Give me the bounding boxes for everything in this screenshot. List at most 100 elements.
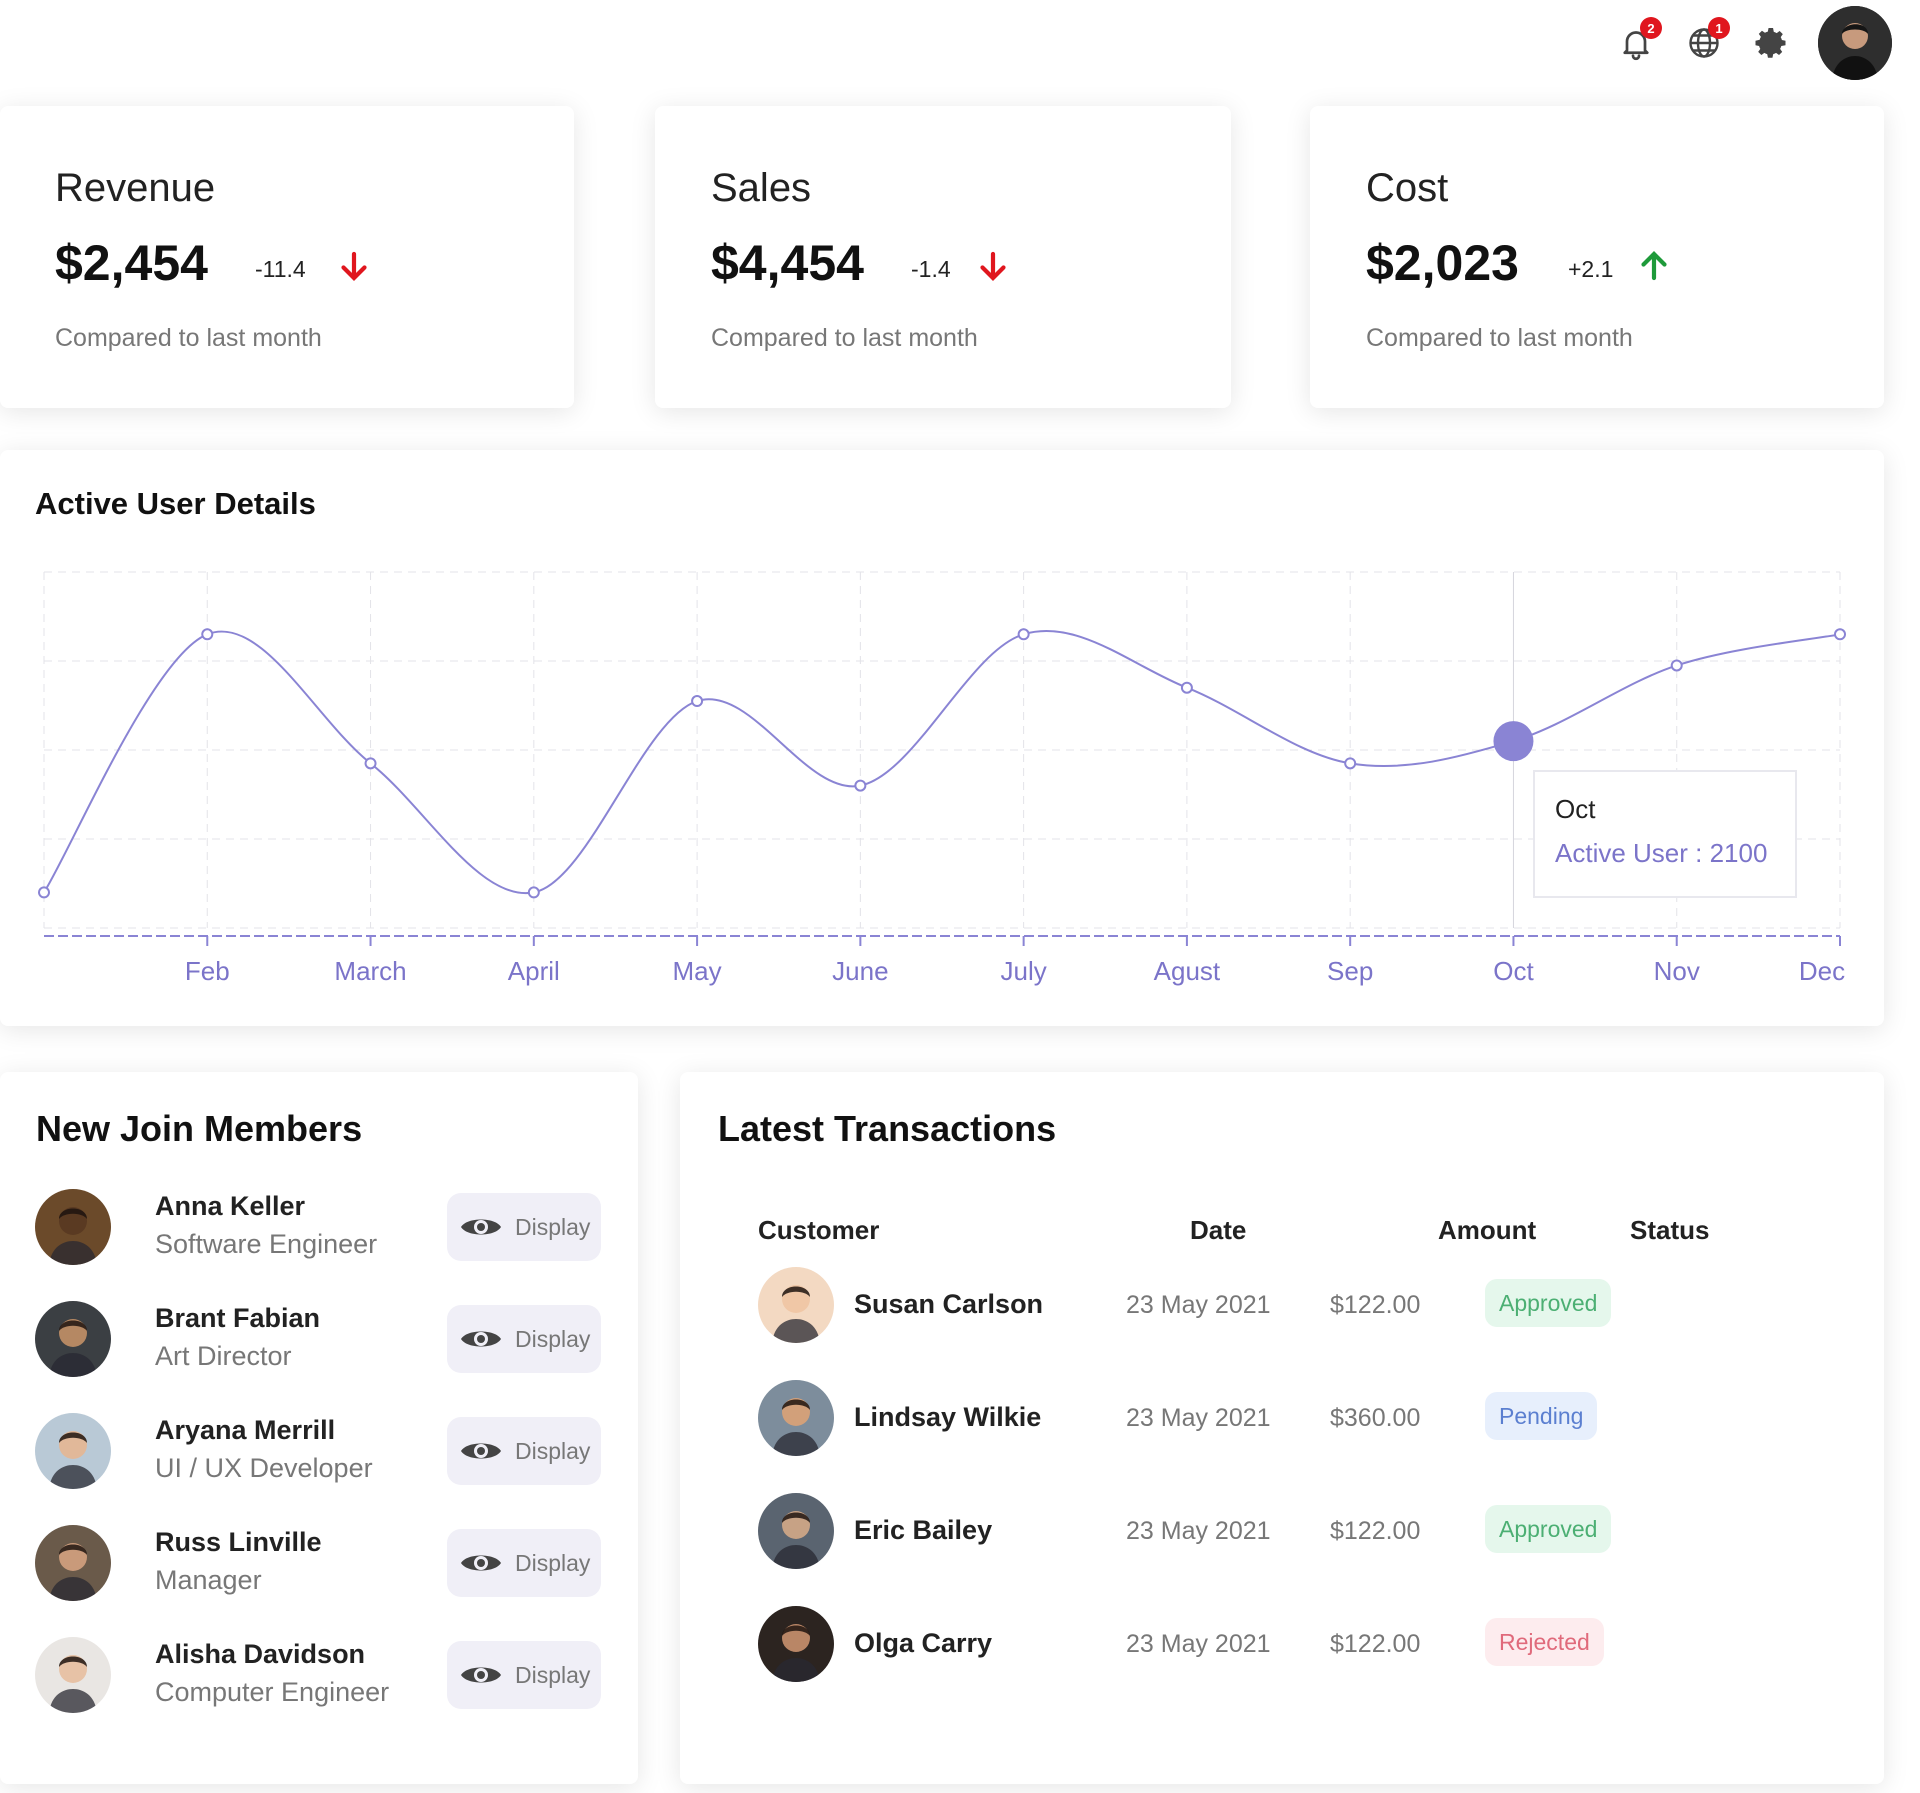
customer-avatar bbox=[758, 1380, 834, 1456]
active-user-chart: Feb March April May June July Agust Sep Oct Nov De… bbox=[38, 571, 1846, 986]
x-tick-label: Sep bbox=[1327, 956, 1373, 986]
user-avatar[interactable] bbox=[1818, 6, 1892, 80]
x-tick-label: July bbox=[1001, 956, 1047, 986]
customer-name: Susan Carlson bbox=[854, 1289, 1044, 1319]
member-name: Russ Linville bbox=[155, 1527, 322, 1557]
x-tick-label: May bbox=[673, 956, 722, 986]
member-avatar bbox=[35, 1637, 111, 1713]
member-row: Anna Keller Software Engineer Display bbox=[35, 1189, 605, 1269]
transaction-date: 23 May 2021 bbox=[1126, 1291, 1271, 1319]
notifications-button[interactable]: 2 bbox=[1614, 17, 1662, 65]
data-point[interactable] bbox=[1344, 757, 1357, 770]
header-amount: Amount bbox=[1438, 1215, 1537, 1245]
customer-avatar bbox=[758, 1267, 834, 1343]
arrow-down-icon bbox=[980, 251, 1006, 281]
top-bar: 2 1 bbox=[0, 0, 1920, 92]
customer-name: Lindsay Wilkie bbox=[854, 1402, 1042, 1432]
transaction-date: 23 May 2021 bbox=[1126, 1404, 1271, 1432]
x-tick-label: Feb bbox=[185, 956, 230, 986]
x-tick-label: Dec bbox=[1799, 956, 1845, 986]
display-label: Display bbox=[515, 1549, 591, 1576]
transaction-amount: $122.00 bbox=[1330, 1630, 1421, 1658]
new-members-card: New Join Members Anna Keller Software Eng… bbox=[0, 1072, 638, 1784]
member-avatar bbox=[35, 1189, 111, 1265]
display-button[interactable]: Display bbox=[447, 1193, 601, 1261]
data-point[interactable] bbox=[201, 628, 214, 641]
transaction-row[interactable]: Eric Bailey 23 May 2021 $122.00 Approved bbox=[720, 1493, 1820, 1573]
member-role: Manager bbox=[155, 1565, 262, 1595]
data-point[interactable] bbox=[1017, 628, 1030, 641]
display-label: Display bbox=[515, 1325, 591, 1352]
data-point[interactable] bbox=[691, 695, 704, 708]
status-badge: Pending bbox=[1485, 1392, 1598, 1440]
x-tick-label: April bbox=[508, 956, 560, 986]
customer-avatar bbox=[758, 1493, 834, 1569]
user-avatar-image bbox=[1818, 6, 1892, 80]
top-icons: 2 1 bbox=[1614, 6, 1892, 80]
header-status: Status bbox=[1630, 1215, 1710, 1245]
data-point[interactable] bbox=[1180, 681, 1193, 694]
data-point[interactable] bbox=[1670, 659, 1683, 672]
eye-icon bbox=[461, 1331, 501, 1347]
x-tick-label: Nov bbox=[1654, 956, 1700, 986]
transaction-amount: $360.00 bbox=[1330, 1404, 1421, 1432]
transaction-row[interactable]: Susan Carlson 23 May 2021 $122.00 Approved bbox=[720, 1267, 1820, 1347]
stat-change: -11.4 bbox=[255, 256, 306, 282]
display-button[interactable]: Display bbox=[447, 1417, 601, 1485]
arrow-up-icon bbox=[1641, 251, 1667, 281]
language-button[interactable]: 1 bbox=[1682, 17, 1730, 65]
sales-card: Sales $4,454 -1.4 Compared to last month bbox=[655, 106, 1231, 408]
eye-icon bbox=[461, 1555, 501, 1571]
member-row: Russ Linville Manager Display bbox=[35, 1525, 605, 1605]
transaction-amount: $122.00 bbox=[1330, 1291, 1421, 1319]
tooltip-month: Oct bbox=[1555, 794, 1596, 824]
data-point[interactable] bbox=[38, 886, 50, 899]
display-label: Display bbox=[515, 1437, 591, 1464]
stat-change: +2.1 bbox=[1568, 256, 1614, 282]
display-button[interactable]: Display bbox=[447, 1305, 601, 1373]
display-label: Display bbox=[515, 1661, 591, 1688]
arrow-down-icon bbox=[341, 251, 367, 281]
member-name: Brant Fabian bbox=[155, 1303, 321, 1333]
active-user-card: Active User Details Feb March April May June… bbox=[0, 450, 1884, 1026]
data-point[interactable] bbox=[854, 779, 867, 792]
x-tick-label: June bbox=[832, 956, 888, 986]
member-row: Alisha Davidson Computer Engineer Display bbox=[35, 1637, 605, 1717]
customer-avatar bbox=[758, 1606, 834, 1682]
members-title: New Join Members bbox=[36, 1108, 363, 1149]
cost-card: Cost $2,023 +2.1 Compared to last month bbox=[1310, 106, 1884, 408]
eye-icon bbox=[461, 1219, 501, 1235]
stat-value: $4,454 bbox=[711, 235, 864, 291]
status-badge: Rejected bbox=[1485, 1618, 1604, 1666]
member-name: Aryana Merrill bbox=[155, 1415, 336, 1445]
stat-value: $2,454 bbox=[55, 235, 208, 291]
stat-subtitle: Compared to last month bbox=[1366, 324, 1633, 352]
stat-title: Cost bbox=[1366, 166, 1449, 210]
chart-tooltip: Oct Active User : 2100 bbox=[1533, 770, 1797, 898]
transaction-row[interactable]: Lindsay Wilkie 23 May 2021 $360.00 Pending bbox=[720, 1380, 1820, 1460]
customer-name: Eric Bailey bbox=[854, 1515, 993, 1545]
header-date: Date bbox=[1190, 1215, 1247, 1245]
status-badge: Approved bbox=[1485, 1505, 1612, 1553]
eye-icon bbox=[461, 1443, 501, 1459]
data-point[interactable] bbox=[364, 757, 377, 770]
data-point[interactable] bbox=[527, 886, 540, 899]
member-row: Brant Fabian Art Director Display bbox=[35, 1301, 605, 1381]
transaction-date: 23 May 2021 bbox=[1126, 1517, 1271, 1545]
display-button[interactable]: Display bbox=[447, 1641, 601, 1709]
member-name: Anna Keller bbox=[155, 1191, 306, 1221]
member-avatar bbox=[35, 1525, 111, 1601]
revenue-card: Revenue $2,454 -11.4 Compared to last mo… bbox=[0, 106, 574, 408]
status-badge: Approved bbox=[1485, 1279, 1612, 1327]
language-badge: 1 bbox=[1708, 17, 1730, 39]
eye-icon bbox=[461, 1667, 501, 1683]
notification-badge: 2 bbox=[1640, 17, 1662, 39]
x-axis-labels: Feb March April May June July Agust Sep Oct Nov De… bbox=[185, 956, 1845, 986]
settings-button[interactable] bbox=[1750, 21, 1794, 65]
data-point-active[interactable] bbox=[1493, 721, 1534, 762]
transaction-row[interactable]: Olga Carry 23 May 2021 $122.00 Rejected bbox=[720, 1606, 1820, 1686]
stat-value: $2,023 bbox=[1366, 235, 1519, 291]
display-button[interactable]: Display bbox=[447, 1529, 601, 1597]
data-point[interactable] bbox=[1834, 628, 1846, 641]
member-role: UI / UX Developer bbox=[155, 1453, 373, 1483]
